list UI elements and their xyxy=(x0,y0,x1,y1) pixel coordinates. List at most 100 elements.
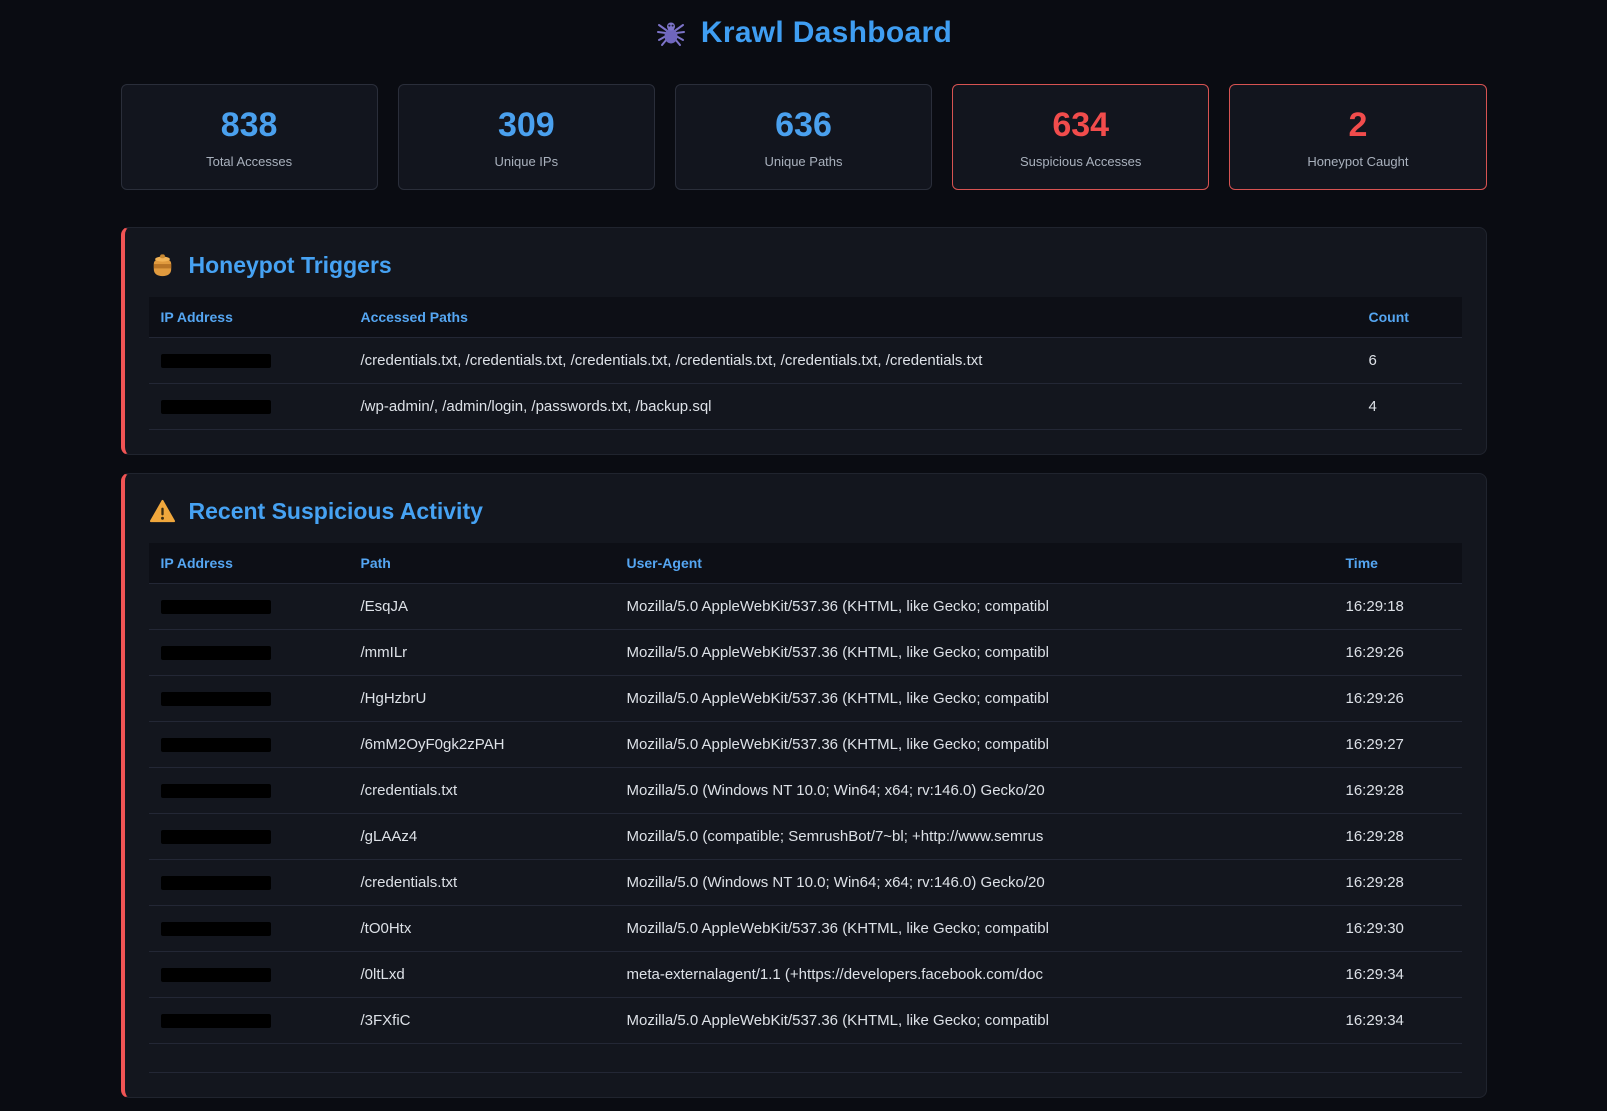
user-agent-cell: Mozilla/5.0 (Windows NT 10.0; Win64; x64… xyxy=(615,860,1334,905)
time-cell: 16:29:27 xyxy=(1334,722,1462,767)
ip-cell xyxy=(149,338,349,383)
stats-row: 838 Total Accesses 309 Unique IPs 636 Un… xyxy=(121,84,1487,190)
user-agent-cell: Mozilla/5.0 AppleWebKit/537.36 (KHTML, l… xyxy=(615,630,1334,675)
stat-label: Unique Paths xyxy=(686,154,921,169)
path-cell: /mmILr xyxy=(349,630,615,675)
stat-card-suspicious-accesses: 634 Suspicious Accesses xyxy=(952,84,1209,190)
stat-label: Suspicious Accesses xyxy=(963,154,1198,169)
table-row: /credentials.txt, /credentials.txt, /cre… xyxy=(149,338,1462,384)
table-row: /gLAAz4 Mozilla/5.0 (compatible; Semrush… xyxy=(149,814,1462,860)
path-cell: /6mM2OyF0gk2zPAH xyxy=(349,722,615,767)
table-row: /0ltLxd meta-externalagent/1.1 (+https:/… xyxy=(149,952,1462,998)
ip-cell xyxy=(149,814,349,859)
page-header: Krawl Dashboard xyxy=(121,16,1487,50)
table-row: /mmILr Mozilla/5.0 AppleWebKit/537.36 (K… xyxy=(149,630,1462,676)
ip-cell xyxy=(149,722,349,767)
redacted-ip xyxy=(161,876,271,890)
table-row: /HgHzbrU Mozilla/5.0 AppleWebKit/537.36 … xyxy=(149,676,1462,722)
column-header-count: Count xyxy=(1357,297,1462,337)
redacted-ip xyxy=(161,1014,271,1028)
path-cell: /credentials.txt xyxy=(349,860,615,905)
suspicious-panel-title: Recent Suspicious Activity xyxy=(149,498,1462,525)
suspicious-table-header: IP Address Path User-Agent Time xyxy=(149,543,1462,584)
time-cell: 16:29:34 xyxy=(1334,952,1462,997)
stat-card-honeypot-caught: 2 Honeypot Caught xyxy=(1229,84,1486,190)
stat-value: 838 xyxy=(132,107,367,144)
honeypot-panel-title: Honeypot Triggers xyxy=(149,252,1462,279)
honeypot-table: IP Address Accessed Paths Count /credent… xyxy=(149,297,1462,430)
time-cell: 16:29:28 xyxy=(1334,768,1462,813)
time-cell: 16:29:26 xyxy=(1334,676,1462,721)
ip-cell xyxy=(149,860,349,905)
table-row: /EsqJA Mozilla/5.0 AppleWebKit/537.36 (K… xyxy=(149,584,1462,630)
user-agent-cell: meta-externalagent/1.1 (+https://develop… xyxy=(615,952,1334,997)
redacted-ip xyxy=(161,400,271,414)
ip-cell xyxy=(149,998,349,1043)
count-cell: 4 xyxy=(1357,384,1462,429)
stat-value: 2 xyxy=(1240,107,1475,144)
ip-cell xyxy=(149,952,349,997)
ip-cell xyxy=(149,768,349,813)
table-row: /6mM2OyF0gk2zPAH Mozilla/5.0 AppleWebKit… xyxy=(149,722,1462,768)
redacted-ip xyxy=(161,646,271,660)
suspicious-activity-panel: Recent Suspicious Activity IP Address Pa… xyxy=(121,473,1487,1098)
column-header-paths: Accessed Paths xyxy=(349,297,1357,337)
page-title: Krawl Dashboard xyxy=(701,16,952,50)
honeypot-table-header: IP Address Accessed Paths Count xyxy=(149,297,1462,338)
stat-value: 636 xyxy=(686,107,921,144)
redacted-ip xyxy=(161,738,271,752)
user-agent-cell: Mozilla/5.0 (Windows NT 10.0; Win64; x64… xyxy=(615,768,1334,813)
time-cell: 16:29:26 xyxy=(1334,630,1462,675)
ip-cell xyxy=(149,676,349,721)
user-agent-cell: Mozilla/5.0 AppleWebKit/537.36 (KHTML, l… xyxy=(615,584,1334,629)
honeypot-triggers-panel: Honeypot Triggers IP Address Accessed Pa… xyxy=(121,227,1487,455)
stat-card-total-accesses: 838 Total Accesses xyxy=(121,84,378,190)
path-cell: /EsqJA xyxy=(349,584,615,629)
column-header-ip: IP Address xyxy=(149,543,349,583)
path-cell: /0ltLxd xyxy=(349,952,615,997)
path-cell: /tO0Htx xyxy=(349,906,615,951)
time-cell: 16:29:28 xyxy=(1334,814,1462,859)
stat-card-unique-paths: 636 Unique Paths xyxy=(675,84,932,190)
stat-value: 634 xyxy=(963,107,1198,144)
path-cell: /credentials.txt xyxy=(349,768,615,813)
table-row: /wp-admin/, /admin/login, /passwords.txt… xyxy=(149,384,1462,430)
time-cell: 16:29:18 xyxy=(1334,584,1462,629)
user-agent-cell: Mozilla/5.0 AppleWebKit/537.36 (KHTML, l… xyxy=(615,998,1334,1043)
stat-label: Honeypot Caught xyxy=(1240,154,1475,169)
honeypot-icon xyxy=(149,252,176,279)
redacted-ip xyxy=(161,922,271,936)
stat-label: Total Accesses xyxy=(132,154,367,169)
user-agent-cell: Mozilla/5.0 AppleWebKit/537.36 (KHTML, l… xyxy=(615,906,1334,951)
path-cell: /gLAAz4 xyxy=(349,814,615,859)
path-cell: /3FXfiC xyxy=(349,998,615,1043)
column-header-time: Time xyxy=(1334,543,1462,583)
path-cell: /HgHzbrU xyxy=(349,676,615,721)
time-cell: 16:29:34 xyxy=(1334,998,1462,1043)
accessed-paths-cell: /wp-admin/, /admin/login, /passwords.txt… xyxy=(349,384,1357,429)
ip-cell xyxy=(149,384,349,429)
stat-label: Unique IPs xyxy=(409,154,644,169)
redacted-ip xyxy=(161,692,271,706)
column-header-ip: IP Address xyxy=(149,297,349,337)
table-row: /credentials.txt Mozilla/5.0 (Windows NT… xyxy=(149,768,1462,814)
time-cell: 16:29:28 xyxy=(1334,860,1462,905)
time-cell: 16:29:30 xyxy=(1334,906,1462,951)
count-cell: 6 xyxy=(1357,338,1462,383)
user-agent-cell: Mozilla/5.0 AppleWebKit/537.36 (KHTML, l… xyxy=(615,722,1334,767)
redacted-ip xyxy=(161,968,271,982)
table-row-cutoff xyxy=(149,1044,1462,1073)
column-header-ua: User-Agent xyxy=(615,543,1334,583)
warning-icon xyxy=(149,498,176,525)
column-header-path: Path xyxy=(349,543,615,583)
redacted-ip xyxy=(161,830,271,844)
ip-cell xyxy=(149,630,349,675)
section-title: Honeypot Triggers xyxy=(189,252,392,279)
user-agent-cell: Mozilla/5.0 (compatible; SemrushBot/7~bl… xyxy=(615,814,1334,859)
redacted-ip xyxy=(161,784,271,798)
dashboard-container: Krawl Dashboard 838 Total Accesses 309 U… xyxy=(121,0,1487,1098)
accessed-paths-cell: /credentials.txt, /credentials.txt, /cre… xyxy=(349,338,1357,383)
suspicious-table: IP Address Path User-Agent Time /EsqJA M… xyxy=(149,543,1462,1073)
table-row: /credentials.txt Mozilla/5.0 (Windows NT… xyxy=(149,860,1462,906)
table-row: /tO0Htx Mozilla/5.0 AppleWebKit/537.36 (… xyxy=(149,906,1462,952)
